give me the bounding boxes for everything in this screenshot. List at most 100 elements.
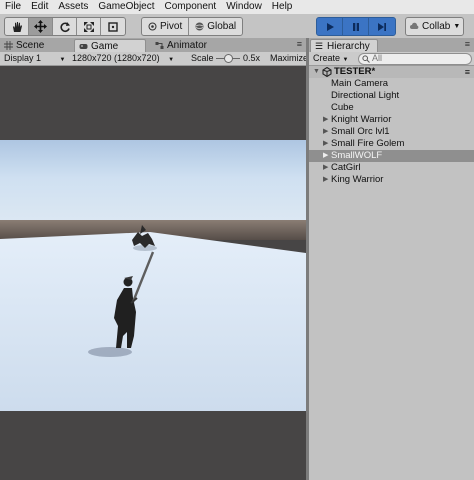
tab-hierarchy-label: Hierarchy bbox=[327, 41, 370, 52]
hierarchy-item-label: Main Camera bbox=[331, 78, 389, 89]
hierarchy-item[interactable]: ▶ King Warrior bbox=[309, 174, 474, 186]
main-toolbar: Pivot Global Collab ▼ bbox=[0, 14, 474, 39]
hierarchy-item-label: SmallWOLF bbox=[331, 150, 383, 161]
create-dropdown[interactable]: Create ▼ bbox=[313, 53, 348, 66]
expand-arrow-icon[interactable]: ▶ bbox=[323, 114, 328, 126]
pivot-label: Pivot bbox=[160, 21, 183, 32]
menu-edit[interactable]: Edit bbox=[26, 0, 53, 14]
panel-menu-icon[interactable]: ≡ bbox=[465, 39, 470, 49]
hierarchy-item-label: CatGirl bbox=[331, 162, 361, 173]
game-controller-icon bbox=[79, 44, 88, 49]
hierarchy-item[interactable]: ▶ CatGirl bbox=[309, 162, 474, 174]
scale-value: 0.5x bbox=[243, 53, 261, 63]
display-dropdown[interactable]: Display 1 ▼ bbox=[4, 53, 65, 66]
hierarchy-tab-bar: ☰ Hierarchy ≡ bbox=[309, 38, 474, 52]
game-render bbox=[0, 140, 306, 411]
collab-label: Collab bbox=[422, 21, 451, 32]
step-button[interactable] bbox=[369, 18, 395, 35]
scale-label: Scale bbox=[191, 53, 214, 63]
scale-slider[interactable] bbox=[216, 54, 240, 63]
menu-component[interactable]: Component bbox=[160, 0, 222, 14]
hierarchy-item[interactable]: Directional Light bbox=[309, 90, 474, 102]
menu-help[interactable]: Help bbox=[267, 0, 298, 14]
hierarchy-item-label: Small Fire Golem bbox=[331, 138, 405, 149]
tab-animator[interactable]: Animator bbox=[151, 39, 247, 52]
play-icon bbox=[326, 22, 334, 31]
pivot-icon bbox=[148, 22, 157, 31]
menu-window[interactable]: Window bbox=[221, 0, 267, 14]
chevron-down-icon: ▼ bbox=[342, 57, 349, 63]
hierarchy-item[interactable]: ▶ SmallWOLF bbox=[309, 150, 474, 162]
expand-arrow-icon[interactable]: ▼ bbox=[313, 66, 320, 78]
game-view[interactable] bbox=[0, 66, 306, 480]
hierarchy-item-label: Small Orc lvl1 bbox=[331, 126, 390, 137]
rotate-icon bbox=[59, 21, 70, 32]
hierarchy-items: Main Camera Directional Light Cube ▶ Knight … bbox=[309, 78, 474, 186]
rect-tool-button[interactable] bbox=[101, 18, 125, 35]
global-button[interactable]: Global bbox=[189, 18, 242, 35]
menu-assets[interactable]: Assets bbox=[53, 0, 93, 14]
hierarchy-item[interactable]: ▶ Small Orc lvl1 bbox=[309, 126, 474, 138]
tab-scene-label: Scene bbox=[16, 40, 45, 51]
rect-icon bbox=[108, 21, 118, 32]
scale-tool-button[interactable] bbox=[77, 18, 101, 35]
menu-file[interactable]: File bbox=[0, 0, 26, 14]
hierarchy-item[interactable]: Main Camera bbox=[309, 78, 474, 90]
chevron-down-icon: ▼ bbox=[453, 23, 461, 30]
expand-arrow-icon[interactable]: ▶ bbox=[323, 126, 328, 138]
expand-arrow-icon[interactable]: ▶ bbox=[323, 138, 328, 150]
chevron-down-icon: ▼ bbox=[59, 57, 66, 63]
globe-icon bbox=[195, 22, 204, 31]
expand-arrow-icon[interactable]: ▶ bbox=[323, 150, 328, 162]
unity-scene-icon bbox=[322, 67, 332, 77]
hierarchy-item[interactable]: Cube bbox=[309, 102, 474, 114]
menu-gameobject[interactable]: GameObject bbox=[93, 0, 159, 14]
animator-icon bbox=[155, 42, 164, 49]
hierarchy-item-label: Knight Warrior bbox=[331, 114, 392, 125]
cloud-icon bbox=[410, 22, 419, 29]
maximize-on-play-button[interactable]: Maximize bbox=[270, 53, 308, 64]
resolution-dropdown[interactable]: 1280x720 (1280x720) ▼ bbox=[72, 53, 174, 66]
game-view-toolbar: Display 1 ▼ 1280x720 (1280x720) ▼ Scale … bbox=[0, 52, 308, 66]
scale-slider-handle[interactable] bbox=[224, 54, 233, 63]
sky bbox=[0, 140, 306, 225]
tab-hierarchy[interactable]: ☰ Hierarchy bbox=[310, 39, 378, 52]
display-label: Display 1 bbox=[4, 53, 42, 63]
expand-arrow-icon[interactable]: ▶ bbox=[323, 162, 328, 174]
ground-plane bbox=[0, 232, 306, 411]
scene-menu-icon[interactable]: ≡ bbox=[465, 66, 470, 78]
transform-tools bbox=[4, 17, 126, 36]
step-icon bbox=[378, 22, 386, 31]
move-icon bbox=[34, 20, 47, 33]
hierarchy-panel: ☰ Hierarchy ≡ Create ▼ All ▼ TESTER* ≡ M… bbox=[309, 38, 474, 480]
menu-bar: File Edit Assets GameObject Component Wi… bbox=[0, 0, 474, 14]
tab-game[interactable]: Game bbox=[74, 39, 146, 53]
create-label: Create bbox=[313, 53, 341, 63]
pivot-toggles: Pivot Global bbox=[141, 17, 244, 36]
global-label: Global bbox=[207, 21, 237, 32]
collab-dropdown[interactable]: Collab ▼ bbox=[405, 17, 464, 36]
collab-button[interactable]: Collab ▼ bbox=[406, 18, 463, 35]
search-placeholder: All bbox=[372, 53, 383, 63]
pivot-button[interactable]: Pivot bbox=[142, 18, 190, 35]
hierarchy-item-label: Cube bbox=[331, 102, 354, 113]
play-button[interactable] bbox=[317, 18, 343, 35]
hierarchy-item[interactable]: ▶ Small Fire Golem bbox=[309, 138, 474, 150]
pause-icon bbox=[352, 22, 359, 31]
hierarchy-item[interactable]: ▶ Knight Warrior bbox=[309, 114, 474, 126]
chevron-down-icon: ▼ bbox=[168, 57, 175, 63]
resolution-label: 1280x720 (1280x720) bbox=[72, 53, 160, 63]
rotate-tool-button[interactable] bbox=[53, 18, 77, 35]
scene-name: TESTER* bbox=[334, 66, 376, 77]
expand-arrow-icon[interactable]: ▶ bbox=[323, 174, 328, 186]
hierarchy-item-label: Directional Light bbox=[331, 90, 400, 101]
pause-button[interactable] bbox=[343, 18, 369, 35]
panel-menu-icon[interactable]: ≡ bbox=[297, 39, 302, 49]
hand-tool-button[interactable] bbox=[5, 18, 29, 35]
move-tool-button[interactable] bbox=[29, 18, 53, 35]
hierarchy-search-input[interactable]: All bbox=[358, 53, 472, 65]
scene-root-row[interactable]: ▼ TESTER* ≡ bbox=[309, 66, 474, 78]
scale-icon bbox=[83, 21, 94, 32]
view-tab-bar: Scene Game Animator ≡ bbox=[0, 38, 306, 53]
play-controls bbox=[316, 17, 396, 36]
